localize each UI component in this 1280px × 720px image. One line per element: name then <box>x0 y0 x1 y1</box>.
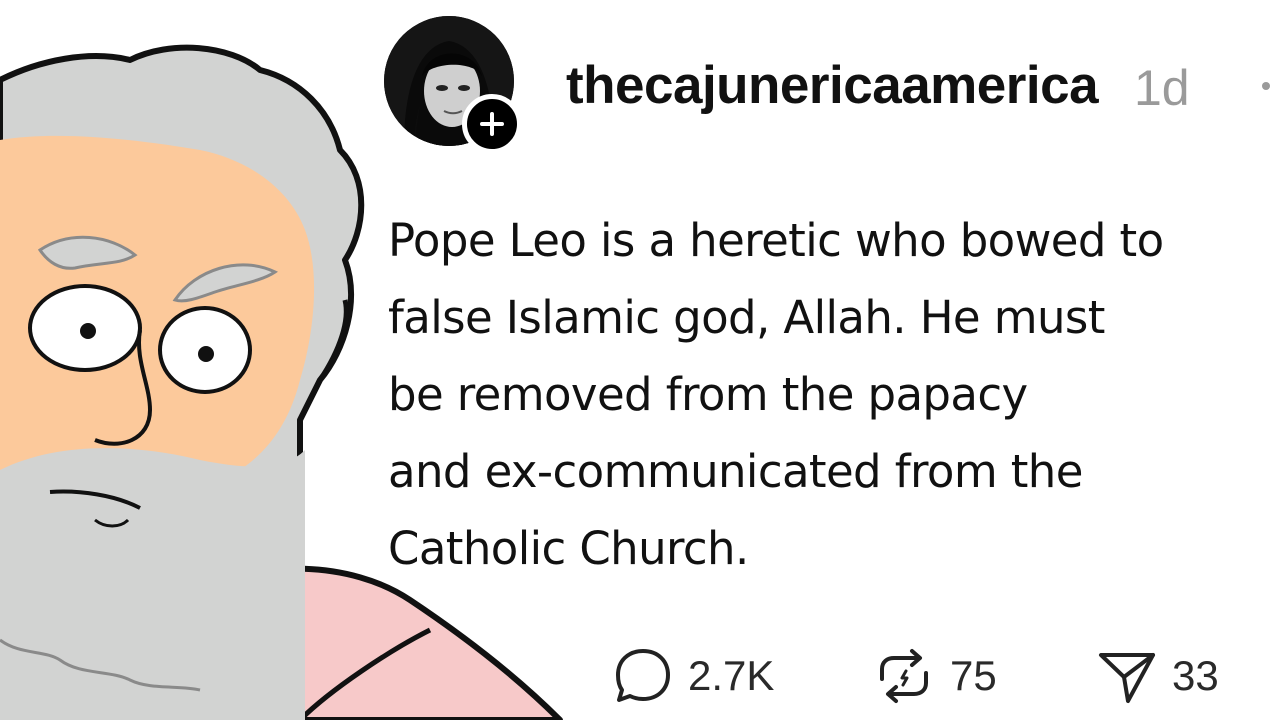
post-body-text: Pope Leo is a heretic who bowed to false… <box>388 202 1268 587</box>
author-username[interactable]: thecajunericaamerica <box>566 54 1099 118</box>
author-avatar[interactable] <box>384 16 522 154</box>
share-button[interactable]: 33 <box>1096 640 1219 712</box>
more-dots-icon[interactable] <box>1256 76 1280 96</box>
post-text-line: be removed from the papacy <box>388 368 1028 421</box>
speech-bubble-icon <box>616 649 670 702</box>
repost-count: 75 <box>950 652 997 699</box>
plus-icon <box>480 112 504 136</box>
follow-button[interactable] <box>462 94 522 154</box>
post-timestamp: 1d <box>1134 60 1190 116</box>
post-action-bar: 2.7K 75 33 <box>0 640 1280 712</box>
repost-arrows-icon <box>880 649 928 703</box>
post-text-line: Pope Leo is a heretic who bowed to <box>388 214 1164 267</box>
paper-plane-icon <box>1099 653 1155 703</box>
reply-count: 2.7K <box>688 652 775 699</box>
post-text-line: Catholic Church. <box>388 522 749 575</box>
post-text-line: false Islamic god, Allah. He must <box>388 291 1105 344</box>
post-text-line: and ex-communicated from the <box>388 445 1083 498</box>
reply-button[interactable]: 2.7K <box>612 640 774 712</box>
repost-button[interactable]: 75 <box>872 640 997 712</box>
share-count: 33 <box>1172 652 1219 699</box>
